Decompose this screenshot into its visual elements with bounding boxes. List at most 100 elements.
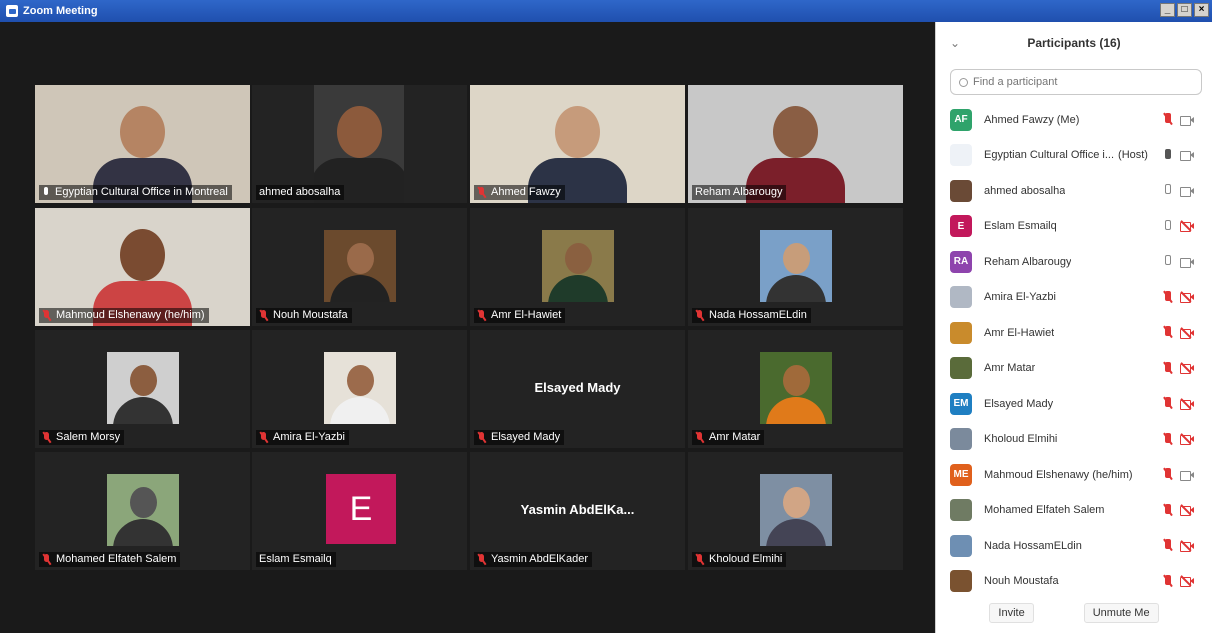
person-head: [782, 364, 810, 396]
video-tile[interactable]: Nada HossamELdin: [688, 208, 903, 326]
participant-row[interactable]: Nada HossamELdin: [936, 528, 1212, 564]
video-camera-icon[interactable]: [1180, 470, 1194, 481]
video-tile[interactable]: Elsayed Mady Elsayed Mady: [470, 330, 685, 448]
video-tile[interactable]: Yasmin AbdElKa... Yasmin AbdElKader: [470, 452, 685, 570]
mic-muted-icon[interactable]: [1162, 539, 1172, 552]
maximize-icon[interactable]: □: [1177, 3, 1192, 17]
tile-name: Nouh Moustafa: [273, 309, 348, 321]
mic-muted-icon: [477, 310, 486, 321]
video-tile[interactable]: Kholoud Elmihi: [688, 452, 903, 570]
mic-muted-icon[interactable]: [1162, 503, 1172, 517]
video-off-icon[interactable]: [1180, 220, 1194, 232]
participant-avatar: RA: [950, 250, 972, 273]
person-body: [113, 396, 173, 424]
participant-name: Eslam Esmailq: [984, 220, 1057, 233]
participant-video: [760, 474, 832, 546]
invite-button[interactable]: Invite: [989, 603, 1034, 623]
video-off-icon[interactable]: [1180, 291, 1194, 303]
video-tile[interactable]: Amr Matar: [688, 330, 903, 448]
tile-name: Salem Morsy: [56, 431, 121, 443]
minimize-icon[interactable]: _: [1160, 3, 1175, 17]
mic-muted-icon[interactable]: [1162, 397, 1172, 410]
mic-muted-icon: [42, 432, 51, 443]
participant-avatar: [950, 144, 972, 167]
host-tag: (Host): [1118, 149, 1148, 162]
video-tile[interactable]: Ahmed Fawzy: [470, 85, 685, 203]
participant-row[interactable]: RA Reham Albarougy: [936, 244, 1212, 280]
video-tile[interactable]: Mahmoud Elshenawy (he/him): [35, 208, 250, 326]
tile-name-label: Amira El-Yazbi: [256, 430, 349, 445]
video-off-icon[interactable]: [1180, 433, 1194, 445]
participant-row[interactable]: Amira El-Yazbi: [936, 280, 1212, 316]
tile-name-label: Reham Albarougy: [692, 185, 787, 200]
person-head: [564, 242, 592, 274]
mic-icon[interactable]: [1162, 184, 1172, 197]
video-camera-icon[interactable]: [1180, 257, 1194, 268]
video-tile[interactable]: Nouh Moustafa: [252, 208, 467, 326]
chevron-down-icon[interactable]: ⌄: [950, 36, 960, 50]
participant-row[interactable]: Kholoud Elmihi: [936, 422, 1212, 458]
participant-video: [542, 230, 614, 302]
video-off-icon[interactable]: [1180, 327, 1194, 339]
close-icon[interactable]: ×: [1194, 3, 1209, 17]
mic-muted-icon[interactable]: [1162, 113, 1172, 126]
mic-muted-icon: [477, 187, 486, 198]
video-camera-icon[interactable]: [1180, 186, 1194, 197]
participant-search-input[interactable]: [973, 76, 1173, 88]
video-tile[interactable]: ahmed abosalha: [252, 85, 467, 203]
video-tile[interactable]: Egyptian Cultural Office in Montreal: [35, 85, 250, 203]
participant-row[interactable]: Amr El-Hawiet: [936, 315, 1212, 351]
mic-muted-icon[interactable]: [1162, 361, 1172, 375]
video-tile[interactable]: E Eslam Esmailq: [252, 452, 467, 570]
participant-video: [760, 352, 832, 424]
video-off-icon[interactable]: [1180, 575, 1194, 587]
participant-row[interactable]: AF Ahmed Fawzy (Me): [936, 102, 1212, 138]
participant-search[interactable]: [950, 69, 1202, 95]
participant-name: Egyptian Cultural Office i...: [984, 149, 1115, 162]
video-tile[interactable]: Amr El-Hawiet: [470, 208, 685, 326]
participant-row[interactable]: E Eslam Esmailq: [936, 209, 1212, 245]
mic-icon[interactable]: [1162, 148, 1172, 162]
video-off-icon[interactable]: [1180, 398, 1194, 410]
participant-name: Kholoud Elmihi: [984, 433, 1058, 446]
person-head: [773, 106, 818, 158]
participant-status-icons: [1162, 184, 1194, 197]
person-body: [766, 274, 826, 302]
mic-icon: [42, 187, 50, 198]
participant-name: Mohamed Elfateh Salem: [984, 504, 1105, 517]
participant-row[interactable]: Nouh Moustafa: [936, 564, 1212, 600]
participant-row[interactable]: Egyptian Cultural Office i... (Host): [936, 138, 1212, 174]
video-tile[interactable]: Reham Albarougy: [688, 85, 903, 203]
video-slash: [1180, 540, 1192, 551]
video-camera-icon[interactable]: [1180, 150, 1194, 161]
mic-muted-icon[interactable]: [1162, 290, 1172, 304]
video-off-icon[interactable]: [1180, 504, 1194, 516]
participant-row[interactable]: ME Mahmoud Elshenawy (he/him): [936, 457, 1212, 493]
tile-name-label: Yasmin AbdElKader: [474, 552, 593, 567]
mic-muted-icon[interactable]: [1162, 326, 1172, 339]
video-off-icon[interactable]: [1180, 540, 1194, 552]
participant-name: Nouh Moustafa: [984, 575, 1059, 588]
participant-avatar: [950, 428, 972, 451]
video-slash: [1180, 220, 1192, 232]
participant-video: [324, 352, 396, 424]
tile-name: ahmed abosalha: [259, 186, 341, 198]
participant-row[interactable]: Mohamed Elfateh Salem: [936, 493, 1212, 529]
video-tile[interactable]: Amira El-Yazbi: [252, 330, 467, 448]
mic-icon[interactable]: [1162, 219, 1172, 233]
video-tile[interactable]: Salem Morsy: [35, 330, 250, 448]
person-body: [766, 396, 826, 424]
participant-row[interactable]: EM Elsayed Mady: [936, 386, 1212, 422]
unmute-me-button[interactable]: Unmute Me: [1083, 603, 1159, 623]
video-off-icon[interactable]: [1180, 362, 1194, 374]
mic-muted-icon[interactable]: [1162, 574, 1172, 588]
participant-row[interactable]: ahmed abosalha: [936, 173, 1212, 209]
mic-muted-icon[interactable]: [1162, 468, 1172, 481]
mic-icon[interactable]: [1162, 255, 1172, 268]
tile-name: Kholoud Elmihi: [709, 553, 783, 565]
mic-muted-icon[interactable]: [1162, 432, 1172, 446]
participant-status-icons: [1162, 255, 1194, 268]
video-tile[interactable]: Mohamed Elfateh Salem: [35, 452, 250, 570]
video-camera-icon[interactable]: [1180, 115, 1194, 126]
participant-row[interactable]: Amr Matar: [936, 351, 1212, 387]
